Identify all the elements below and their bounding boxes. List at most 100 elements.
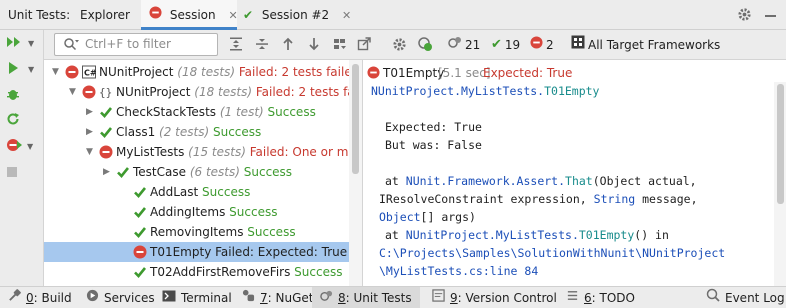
tree-row[interactable]: ▼ C# NUnitProject (18 tests) Failed: 2 tes…: [44, 62, 362, 82]
failed-icon: [133, 245, 147, 259]
target-frameworks-button[interactable]: All Target Frameworks: [571, 35, 720, 55]
tree-row[interactable]: ▼ {} NUnitProject (18 tests) Failed: 2 tes…: [44, 82, 362, 102]
stop-button[interactable]: [6, 163, 38, 183]
toolwindow-build[interactable]: 0: Build: [8, 287, 72, 308]
tab-explorer[interactable]: Explorer: [80, 0, 130, 30]
export-icon[interactable]: [355, 35, 373, 53]
namespace-icon: {}: [99, 85, 113, 99]
collapse-all-icon[interactable]: [253, 35, 271, 53]
test-status: Success: [243, 225, 296, 239]
stack-line[interactable]: at NUnit.Framework.Assert.That(Object ac…: [385, 172, 697, 190]
stop-icon: [6, 166, 18, 181]
toolwindow-terminal[interactable]: Terminal: [162, 287, 232, 308]
event-log-button[interactable]: Event Log: [706, 287, 785, 308]
toolwindow-version-control[interactable]: 9: Version Control: [432, 287, 557, 308]
test-status: Failed: Expected: True: [211, 245, 348, 259]
debug-button[interactable]: [6, 85, 38, 105]
rerun-button[interactable]: [6, 110, 38, 130]
chevron-right-icon[interactable]: ▶: [103, 162, 113, 182]
total-tests-count[interactable]: 21: [448, 35, 480, 55]
tree-row[interactable]: ▶ Class1 (2 tests) Success: [44, 122, 362, 142]
tab-session-label: Session: [169, 8, 216, 22]
tool-window-title: Unit Tests:: [8, 8, 71, 22]
toolwindow-label: 0: Build: [26, 291, 72, 305]
track-running-test-icon[interactable]: [416, 35, 434, 53]
failed-tests-count[interactable]: 2: [530, 35, 554, 55]
passed-icon: [99, 105, 113, 119]
tree-scrollbar-thumb[interactable]: [352, 64, 359, 174]
tab-session-2[interactable]: ✔ Session #2 ✕: [243, 0, 351, 30]
tests-icon: [448, 35, 462, 55]
test-status: Failed: 2 tests failed: [235, 65, 360, 79]
actual-line: But was: False: [385, 138, 482, 152]
event-log-label: Event Log: [725, 291, 785, 305]
run-all-button[interactable]: ▼: [6, 33, 38, 53]
rerun-failed-icon: [6, 138, 22, 155]
services-icon: [86, 287, 99, 308]
chevron-down-icon[interactable]: ▼: [27, 142, 33, 151]
toolwindow-todo[interactable]: 6: TODO: [566, 287, 635, 308]
minimize-icon[interactable]: [764, 6, 778, 22]
group-by-icon[interactable]: [331, 35, 349, 53]
tab-session[interactable]: Session ✕: [141, 0, 238, 30]
rerun-failed-button[interactable]: ▼: [6, 136, 38, 156]
tree-row-label: NUnitProject (18 tests) Failed: 2 tests …: [99, 62, 359, 82]
tree-row[interactable]: ▶ TestCase (6 tests) Success: [44, 162, 362, 182]
source-path-link[interactable]: \MyListTests.cs:line 84: [379, 262, 538, 280]
gear-icon[interactable]: [737, 7, 752, 25]
filter-input[interactable]: Ctrl+F to filter: [54, 33, 218, 56]
tree-row[interactable]: AddLast Success: [44, 182, 362, 202]
toolwindow-unit-tests[interactable]: 8: Unit Tests: [312, 287, 420, 308]
stack-line: Object[] args): [379, 210, 476, 224]
test-name: NUnitProject: [116, 85, 191, 99]
hammer-icon: [8, 287, 21, 308]
test-output-pane: T01Empty [5.1 sec] Expected: True NUnitP…: [362, 60, 786, 286]
output-fqn[interactable]: NUnitProject.MyListTests.T01Empty: [371, 82, 599, 100]
tree-row[interactable]: ▶ CheckStackTests (1 test) Success: [44, 102, 362, 122]
frameworks-label: All Target Frameworks: [588, 38, 721, 52]
chevron-down-icon[interactable]: ▼: [28, 39, 34, 48]
settings-icon[interactable]: [390, 35, 408, 53]
chevron-right-icon[interactable]: ▶: [86, 102, 96, 122]
stack-line[interactable]: at NUnitProject.MyListTests.T01Empty() i…: [385, 226, 669, 244]
arrow-down-icon[interactable]: [305, 35, 323, 53]
tree-row[interactable]: RemovingItems Success: [44, 222, 362, 242]
run-button[interactable]: ▼: [6, 59, 38, 79]
test-name: T02AddFirstRemoveFirs: [150, 265, 291, 279]
tree-row[interactable]: ▼ MyListTests (15 tests) Failed: One or m…: [44, 142, 362, 162]
failed-icon: [65, 65, 79, 79]
terminal-icon: [162, 287, 176, 308]
test-count: (18 tests): [190, 85, 253, 99]
arrow-up-icon[interactable]: [279, 35, 297, 53]
output-scrollbar-thumb[interactable]: [777, 84, 784, 204]
chevron-down-icon[interactable]: ▼: [28, 65, 34, 74]
tree-scrollbar[interactable]: [349, 60, 362, 286]
close-icon[interactable]: ✕: [342, 9, 351, 22]
toolwindow-services[interactable]: Services: [86, 287, 155, 308]
test-name: RemovingItems: [150, 225, 244, 239]
play-icon: [6, 61, 20, 78]
tree-row[interactable]: T02AddFirstRemoveFirs Success: [44, 262, 362, 282]
chevron-down-icon[interactable]: ▼: [52, 62, 62, 82]
tree-row[interactable]: T01Empty Failed: Expected: True: [44, 242, 362, 262]
passed-tests-count[interactable]: ✔ 19: [491, 35, 520, 55]
toolwindow-label: 8: Unit Tests: [338, 291, 412, 305]
tree-row-label: AddingItems Success: [150, 202, 277, 222]
toolwindow-nuget[interactable]: 7: NuGet: [242, 287, 313, 308]
chevron-down-icon[interactable]: ▼: [69, 82, 79, 102]
output-scrollbar[interactable]: [774, 82, 786, 286]
output-test-name: T01Empty: [383, 66, 445, 80]
close-icon[interactable]: ✕: [228, 9, 237, 22]
frameworks-icon: [571, 35, 585, 55]
passed-icon: [133, 185, 147, 199]
failed-icon: [530, 35, 543, 55]
version-control-icon: [432, 287, 445, 308]
test-name: AddLast: [150, 185, 199, 199]
chevron-down-icon[interactable]: ▼: [86, 142, 96, 162]
tree-row[interactable]: AddingItems Success: [44, 202, 362, 222]
source-path-link[interactable]: C:\Projects\Samples\SolutionWithNunit\NU…: [379, 244, 725, 262]
test-tree[interactable]: ▼ C# NUnitProject (18 tests) Failed: 2 tes…: [44, 60, 362, 286]
chevron-right-icon[interactable]: ▶: [86, 122, 96, 142]
expand-all-icon[interactable]: [227, 35, 245, 53]
test-name: T01Empty: [150, 245, 212, 259]
